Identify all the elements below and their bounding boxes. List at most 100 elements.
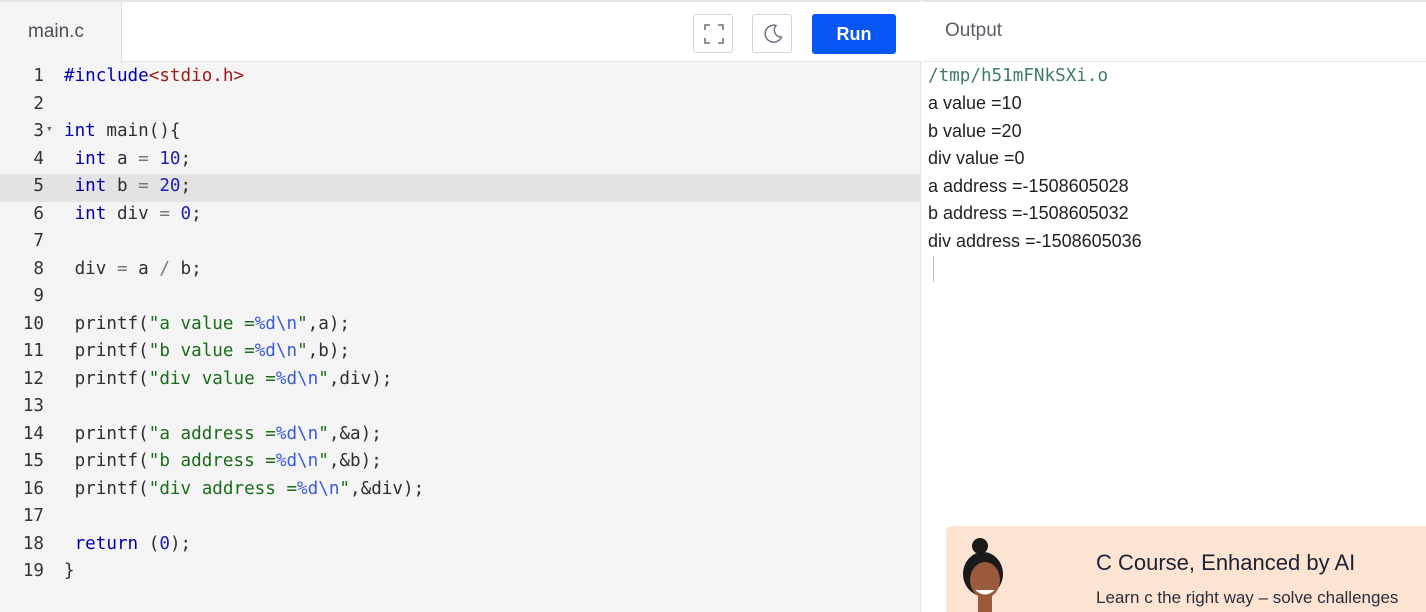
code-text: printf("b value =%d\n",b); <box>64 341 350 361</box>
code-line[interactable]: 2 <box>0 92 921 120</box>
code-text: int div = 0; <box>64 204 202 224</box>
line-number: 11 <box>22 341 44 361</box>
code-token: b <box>106 176 139 196</box>
fullscreen-icon <box>704 24 724 44</box>
code-line[interactable]: 6 int div = 0; <box>0 202 921 230</box>
code-line[interactable]: 12 printf("div value =%d\n",div); <box>0 367 921 395</box>
code-token: "a value = <box>148 313 255 334</box>
output-line: div address =-1508605036 <box>928 230 1142 251</box>
code-token: ,b); <box>307 341 351 361</box>
code-token: printf( <box>64 423 149 444</box>
code-line[interactable]: 1 #include<stdio.h> <box>0 64 921 92</box>
code-token: b; <box>169 258 202 279</box>
code-token: "div value = <box>148 368 276 389</box>
output-path: /tmp/h51mFNkSXi.o <box>928 66 1109 86</box>
code-token: printf( <box>64 368 149 389</box>
code-line[interactable]: 17 <box>0 504 921 532</box>
code-line[interactable]: 7 <box>0 229 921 257</box>
code-line[interactable]: 3 ▾ int main(){ <box>0 119 921 147</box>
code-line[interactable]: 9 <box>0 284 921 312</box>
output-line: b value =20 <box>928 120 1022 141</box>
code-text: printf("a address =%d\n",&a); <box>64 424 382 444</box>
code-text: int main(){ <box>64 121 181 141</box>
code-line[interactable]: 4 int a = 10; <box>0 147 921 175</box>
line-number: 3 <box>33 121 44 141</box>
code-line[interactable]: 19} <box>0 559 921 587</box>
promo-avatar-image <box>963 538 1003 612</box>
code-token: printf( <box>64 451 149 471</box>
code-token: = <box>116 258 128 279</box>
code-token: " <box>318 423 329 444</box>
code-token: ,a); <box>307 313 351 334</box>
code-token: ,&a); <box>328 423 382 444</box>
code-token: ; <box>180 176 192 196</box>
code-token: ( <box>138 533 160 554</box>
code-token: a <box>106 148 139 169</box>
code-token: %d\n <box>275 423 319 444</box>
code-token: ; <box>191 203 202 224</box>
code-token: "a address = <box>148 423 276 444</box>
line-number: 7 <box>33 231 44 251</box>
code-token: %d\n <box>297 478 340 499</box>
line-number: 14 <box>22 423 44 444</box>
code-text: printf("b address =%d\n",&b); <box>64 451 382 471</box>
code-text: printf("a value =%d\n",a); <box>64 314 350 334</box>
code-line[interactable]: 15 printf("b address =%d\n",&b); <box>0 449 921 477</box>
fold-chevron-icon[interactable]: ▾ <box>46 122 53 135</box>
code-token: <stdio.h> <box>148 66 245 86</box>
line-number: 15 <box>22 451 44 471</box>
console-cursor <box>933 256 934 282</box>
code-text: int a = 10; <box>64 148 192 169</box>
promo-title: C Course, Enhanced by AI <box>1096 550 1356 575</box>
output-header: Output <box>922 0 1426 62</box>
line-number: 8 <box>33 258 44 279</box>
code-token: } <box>64 561 75 581</box>
code-text: int b = 20; <box>64 176 192 196</box>
code-token: / <box>159 258 170 279</box>
code-line[interactable]: 18 return (0); <box>0 532 921 560</box>
moon-icon <box>764 24 783 43</box>
code-token: " <box>297 313 308 334</box>
code-line[interactable]: 16 printf("div address =%d\n",&div); <box>0 477 921 505</box>
line-number: 10 <box>22 313 44 334</box>
run-button[interactable]: Run <box>812 14 896 54</box>
code-token: " <box>297 341 308 361</box>
promo-card[interactable]: C Course, Enhanced by AI Learn c the rig… <box>946 526 1426 612</box>
code-line[interactable]: 14 printf("a address =%d\n",&a); <box>0 422 921 450</box>
code-line[interactable]: 10 printf("a value =%d\n",a); <box>0 312 921 340</box>
code-token: %d\n <box>254 341 298 361</box>
editor-toolbar: main.c Run <box>0 0 921 64</box>
code-token: div <box>64 258 117 279</box>
code-token: int <box>74 148 107 169</box>
theme-toggle-button[interactable] <box>752 14 792 53</box>
code-line[interactable]: 11 printf("b value =%d\n",b); <box>0 339 921 367</box>
code-text: printf("div address =%d\n",&div); <box>64 478 425 499</box>
code-token: printf( <box>64 478 149 499</box>
file-tab[interactable]: main.c <box>0 0 122 64</box>
code-line[interactable]: 8 div = a / b; <box>0 257 921 285</box>
line-number: 19 <box>22 561 44 581</box>
output-pane: Output /tmp/h51mFNkSXi.o a value =10 b va… <box>922 0 1426 612</box>
code-token: 10 <box>159 148 181 169</box>
code-line[interactable]: 13 <box>0 394 921 422</box>
output-line: a value =10 <box>928 93 1022 113</box>
code-token: 20 <box>159 176 181 196</box>
code-line[interactable]: 5 int b = 20; <box>0 174 921 202</box>
code-editor[interactable]: 1 #include<stdio.h> 2 3 ▾ int main(){ 4 int a … <box>0 62 921 612</box>
code-token: int <box>64 121 96 141</box>
code-token: %d\n <box>254 313 298 334</box>
code-text: } <box>64 561 75 581</box>
output-console[interactable]: /tmp/h51mFNkSXi.o a value =10 b value =20… <box>928 62 1423 292</box>
line-number: 6 <box>33 203 44 224</box>
code-text: printf("div value =%d\n",div); <box>64 368 393 389</box>
output-title: Output <box>945 20 1003 41</box>
code-token: = <box>159 203 170 224</box>
code-token: " <box>339 478 351 499</box>
fullscreen-button[interactable] <box>693 14 733 53</box>
